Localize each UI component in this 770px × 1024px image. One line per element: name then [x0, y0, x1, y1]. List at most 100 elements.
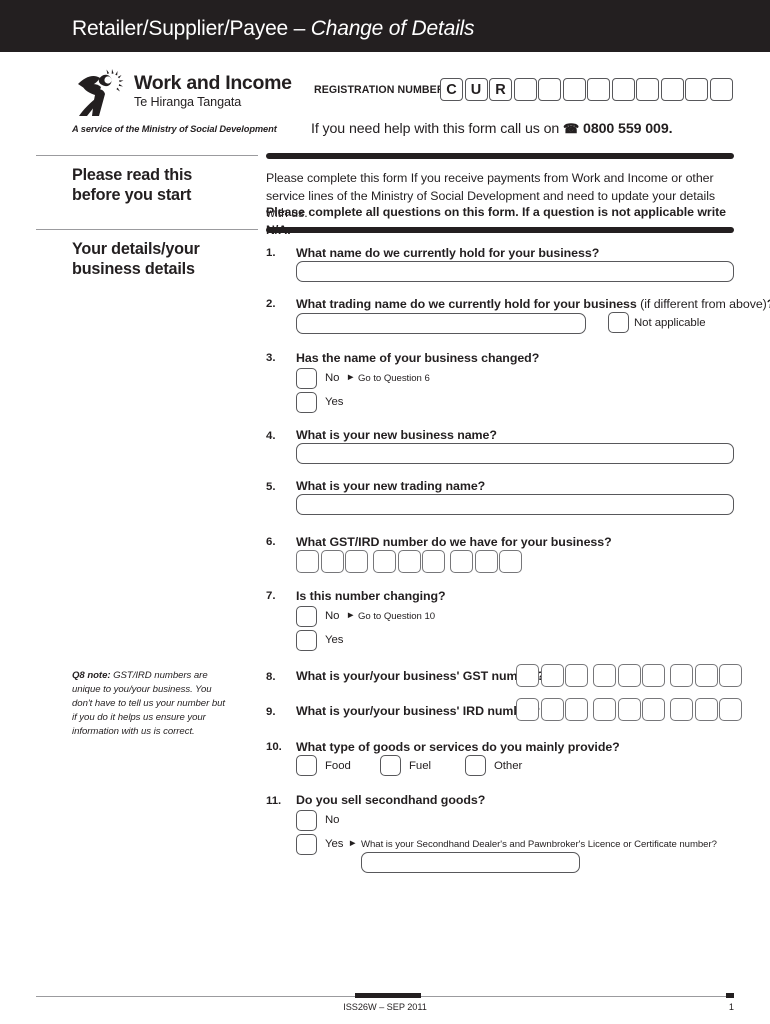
question-5-number: 5.: [266, 481, 276, 493]
question-8-number: 8.: [266, 671, 276, 683]
q3-yes-label: Yes: [325, 396, 344, 408]
digit-box[interactable]: [642, 664, 665, 687]
question-3-number: 3.: [266, 352, 276, 364]
registration-char-box[interactable]: [709, 78, 733, 101]
digit-box[interactable]: [450, 550, 473, 573]
q3-goto-question-6: Go to Question 6: [358, 373, 430, 384]
q7-no-label: No: [325, 610, 340, 622]
question-3-text: Has the name of your business changed?: [296, 351, 540, 365]
question-6-number: 6.: [266, 536, 276, 548]
digit-box[interactable]: [670, 664, 693, 687]
registration-char-box[interactable]: R: [489, 78, 512, 101]
question-7-text: Is this number changing?: [296, 589, 446, 603]
digit-box[interactable]: [373, 550, 396, 573]
digit-box[interactable]: [516, 664, 539, 687]
q10-food-checkbox[interactable]: [296, 755, 317, 776]
q10-fuel-checkbox[interactable]: [380, 755, 401, 776]
digit-box[interactable]: [540, 698, 564, 721]
digit-box[interactable]: [474, 550, 498, 573]
secondhand-licence-number-input[interactable]: [361, 852, 580, 873]
registration-char-box[interactable]: [513, 78, 537, 101]
goto-arrow-icon: ►: [346, 610, 356, 621]
registration-char-box[interactable]: [685, 78, 708, 101]
question-2-text-light: (if different from above): [640, 297, 767, 311]
registration-char-box[interactable]: [587, 78, 610, 101]
digit-box[interactable]: [694, 698, 718, 721]
q11-yes-checkbox[interactable]: [296, 834, 317, 855]
digit-box[interactable]: [719, 664, 742, 687]
q10-fuel-label: Fuel: [409, 760, 431, 772]
digit-box[interactable]: [345, 550, 368, 573]
question-10-number: 10.: [266, 741, 282, 753]
new-business-name-input[interactable]: [296, 443, 734, 464]
logo-tagline: A service of the Ministry of Social Deve…: [72, 124, 277, 134]
digit-box[interactable]: [593, 698, 616, 721]
q7-yes-checkbox[interactable]: [296, 630, 317, 651]
gst-number-input[interactable]: [516, 664, 744, 687]
digit-box[interactable]: [617, 698, 641, 721]
registration-char-box[interactable]: [562, 78, 586, 101]
section-divider-left: [36, 155, 258, 156]
q11-no-checkbox[interactable]: [296, 810, 317, 831]
logo-maori-name: Te Hiranga Tangata: [134, 95, 242, 109]
q7-no-checkbox[interactable]: [296, 606, 317, 627]
q3-no-checkbox[interactable]: [296, 368, 317, 389]
q11-no-label: No: [325, 814, 340, 826]
digit-box[interactable]: [499, 550, 522, 573]
section-bar-read-first: [266, 153, 734, 159]
footer-form-code: ISS26W – SEP 2011: [343, 1002, 427, 1012]
digit-box[interactable]: [320, 550, 344, 573]
business-name-input[interactable]: [296, 261, 734, 282]
question-6-text: What GST/IRD number do we have for your …: [296, 535, 612, 549]
q3-yes-checkbox[interactable]: [296, 392, 317, 413]
digit-box[interactable]: [642, 698, 665, 721]
digit-box[interactable]: [694, 664, 718, 687]
question-1-number: 1.: [266, 247, 276, 259]
digit-box[interactable]: [565, 664, 588, 687]
question-4-number: 4.: [266, 430, 276, 442]
q3-no-label: No: [325, 372, 340, 384]
question-2-number: 2.: [266, 298, 276, 310]
question-7-number: 7.: [266, 590, 276, 602]
q11-yes-label: Yes: [325, 838, 344, 850]
gst-ird-current-number-input[interactable]: [296, 550, 524, 573]
digit-box[interactable]: [422, 550, 445, 573]
section-heading-line2: business details: [72, 259, 195, 278]
question-1-text: What name do we currently hold for your …: [296, 246, 600, 260]
digit-box[interactable]: [397, 550, 421, 573]
digit-box[interactable]: [719, 698, 742, 721]
digit-box[interactable]: [516, 698, 539, 721]
digit-box[interactable]: [565, 698, 588, 721]
digit-box[interactable]: [540, 664, 564, 687]
registration-char-box[interactable]: [660, 78, 684, 101]
registration-char-box[interactable]: [538, 78, 561, 101]
question-9-text: What is your/your business' IRD number?: [296, 704, 541, 718]
question-2-text: What trading name do we currently hold f…: [296, 297, 770, 311]
digit-box[interactable]: [593, 664, 616, 687]
question-5-text: What is your new trading name?: [296, 479, 486, 493]
q10-other-checkbox[interactable]: [465, 755, 486, 776]
new-trading-name-input[interactable]: [296, 494, 734, 515]
page-title-italic: Change of Details: [310, 17, 475, 40]
section-heading-line2: before you start: [72, 185, 192, 204]
page-title: Retailer/Supplier/Payee – Change of Deta…: [72, 17, 475, 41]
ird-number-input[interactable]: [516, 698, 744, 721]
logo-name: Work and Income: [134, 72, 292, 94]
page-title-main: Retailer/Supplier/Payee –: [72, 17, 311, 40]
q8-side-note-label: Q8 note:: [72, 670, 111, 681]
digit-box[interactable]: [296, 550, 319, 573]
trading-name-not-applicable-checkbox[interactable]: [608, 312, 629, 333]
registration-char-box[interactable]: U: [464, 78, 488, 101]
registration-number-input[interactable]: C U R: [440, 78, 734, 101]
q10-other-label: Other: [494, 760, 523, 772]
registration-char-box[interactable]: C: [440, 78, 463, 101]
registration-char-box[interactable]: [636, 78, 659, 101]
footer-page-number: 1: [728, 1002, 734, 1012]
goto-arrow-icon: ►: [346, 372, 356, 383]
trading-name-input[interactable]: [296, 313, 586, 334]
registration-char-box[interactable]: [611, 78, 635, 101]
digit-box[interactable]: [670, 698, 693, 721]
help-text: If you need help with this form call us …: [311, 121, 563, 137]
q7-yes-label: Yes: [325, 634, 344, 646]
digit-box[interactable]: [617, 664, 641, 687]
